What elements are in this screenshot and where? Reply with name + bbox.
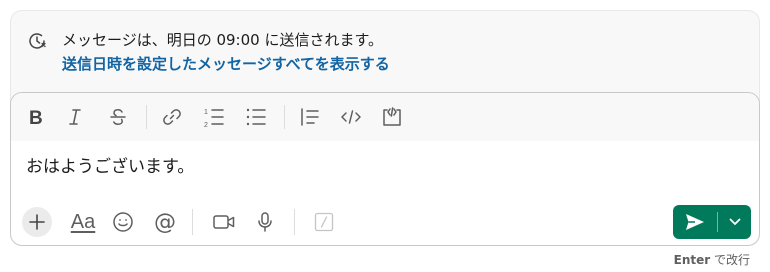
code-icon[interactable] (338, 104, 364, 130)
link-icon[interactable] (159, 104, 185, 130)
plus-icon[interactable] (22, 207, 52, 237)
schedule-options-button[interactable] (718, 205, 751, 239)
svg-text:B: B (29, 108, 43, 126)
newline-hint: Enter で改行 (674, 252, 750, 268)
chevron-down-icon (729, 218, 740, 225)
mention-icon[interactable]: @ (150, 207, 180, 237)
bold-icon[interactable]: B (23, 104, 49, 130)
video-icon[interactable] (209, 207, 239, 237)
view-scheduled-messages-link[interactable]: 送信日時を設定したメッセージすべてを表示する (62, 54, 390, 74)
slash-command-icon[interactable] (309, 207, 339, 237)
schedule-message-text: メッセージは、明日の 09:00 に送信されます。 (62, 31, 383, 49)
message-editor: B 1 2 おはようございます。 Aa @ (10, 92, 760, 246)
strikethrough-icon[interactable] (105, 104, 131, 130)
paper-plane-icon (686, 214, 704, 230)
svg-text:2: 2 (204, 122, 208, 128)
message-composer: メッセージは、明日の 09:00 に送信されます。 送信日時を設定したメッセージ… (10, 10, 760, 246)
send-button-group (673, 205, 751, 239)
emoji-icon[interactable] (108, 207, 138, 237)
svg-text:1: 1 (204, 109, 208, 116)
hint-text: で改行 (710, 253, 750, 267)
microphone-icon[interactable] (250, 207, 280, 237)
hint-key: Enter (673, 253, 711, 267)
blockquote-icon[interactable] (297, 104, 323, 130)
code-block-icon[interactable] (379, 104, 405, 130)
send-button[interactable] (673, 205, 717, 239)
numbered-list-icon[interactable]: 1 2 (201, 104, 227, 130)
bulleted-list-icon[interactable] (243, 104, 269, 130)
formatting-toolbar: B 1 2 (11, 93, 759, 141)
composer-actions-toolbar: Aa @ (11, 201, 759, 245)
message-input[interactable]: おはようございます。 (26, 155, 194, 179)
formatting-icon[interactable]: Aa (66, 207, 100, 237)
scheduled-clock-icon (27, 31, 47, 51)
italic-icon[interactable] (62, 104, 88, 130)
